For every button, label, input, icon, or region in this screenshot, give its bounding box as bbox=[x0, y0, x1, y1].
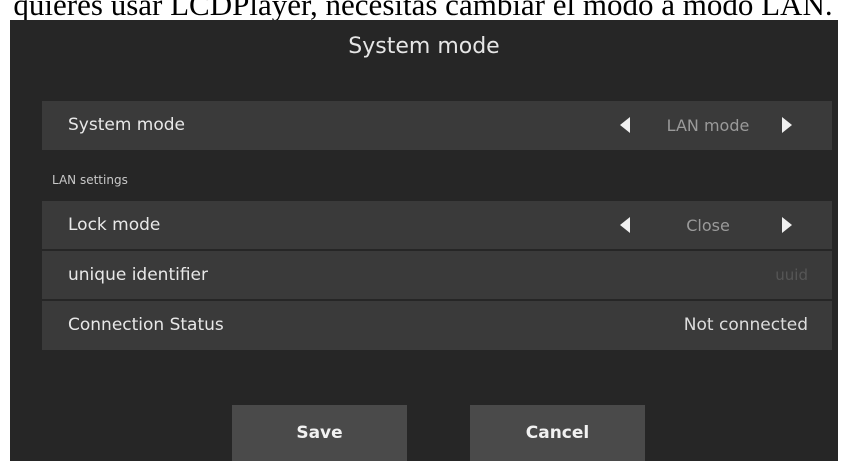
instruction-caption: quieres usar LCDPlayer, necesitas cambia… bbox=[13, 0, 833, 20]
lock-mode-row[interactable]: Lock mode Close bbox=[42, 201, 832, 250]
unique-identifier-label: unique identifier bbox=[68, 265, 208, 285]
arrow-right-icon[interactable] bbox=[782, 217, 792, 233]
system-mode-label: System mode bbox=[68, 115, 186, 135]
lock-mode-value: Close bbox=[686, 216, 730, 235]
system-mode-value: LAN mode bbox=[666, 116, 750, 135]
unique-identifier-row[interactable]: unique identifier uuid bbox=[42, 251, 832, 300]
dialog-title: System mode bbox=[348, 34, 500, 59]
system-mode-dialog: System mode System mode LAN mode LAN set… bbox=[10, 20, 838, 461]
lan-settings-header: LAN settings bbox=[52, 173, 128, 187]
arrow-left-icon[interactable] bbox=[620, 217, 630, 233]
connection-status-value: Not connected bbox=[683, 315, 808, 335]
connection-status-label: Connection Status bbox=[68, 315, 224, 335]
system-mode-row[interactable]: System mode LAN mode bbox=[42, 101, 832, 150]
lock-mode-label: Lock mode bbox=[68, 215, 161, 235]
unique-identifier-field[interactable]: uuid bbox=[775, 251, 808, 300]
arrow-left-icon[interactable] bbox=[620, 117, 630, 133]
cancel-button[interactable]: Cancel bbox=[470, 405, 645, 461]
save-button[interactable]: Save bbox=[232, 405, 407, 461]
connection-status-row: Connection Status Not connected bbox=[42, 301, 832, 350]
arrow-right-icon[interactable] bbox=[782, 117, 792, 133]
